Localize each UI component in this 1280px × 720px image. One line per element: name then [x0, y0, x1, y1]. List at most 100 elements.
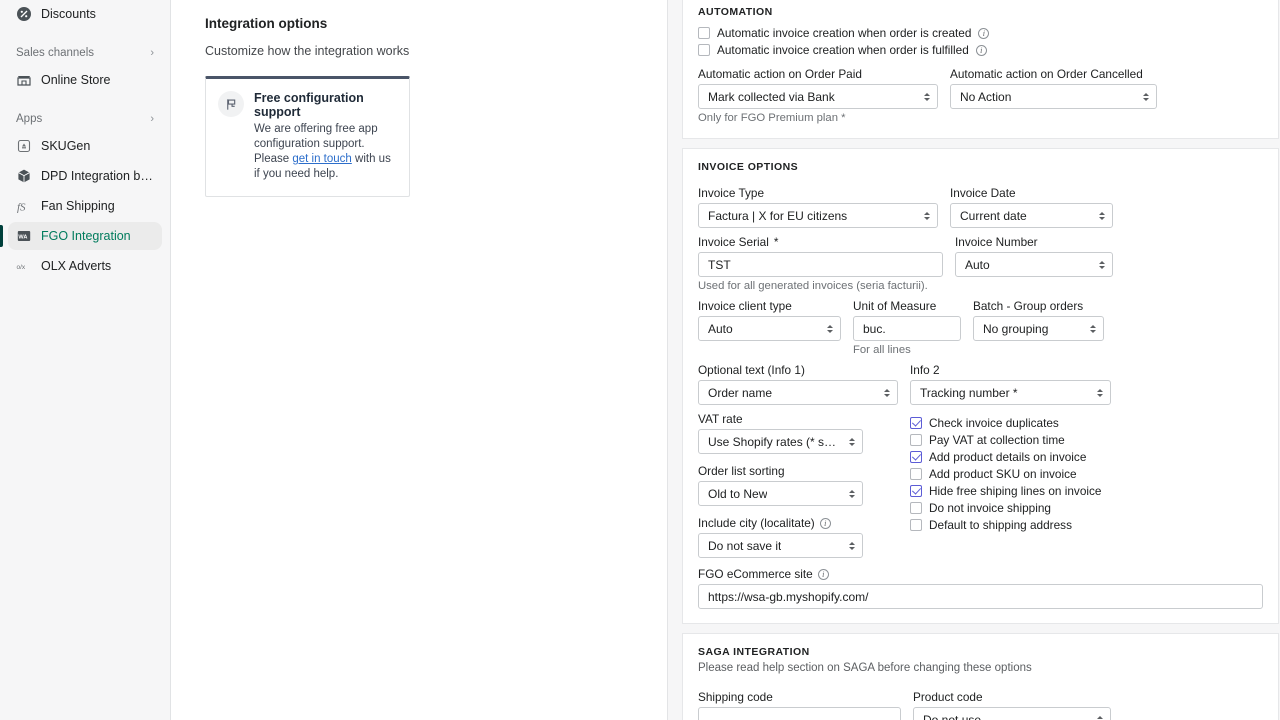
vat-rate-field: VAT rate Use Shopify rates (* see help) [698, 412, 898, 454]
sidebar-section-sales-channels[interactable]: Sales channels › [8, 42, 162, 64]
add-product-details-row[interactable]: Add product details on invoice [910, 450, 1111, 464]
fgo-icon: WA [16, 228, 32, 244]
default-shipping-address-label: Default to shipping address [929, 518, 1072, 532]
order-cancelled-value: No Action [960, 89, 1012, 104]
select-arrows-icon [1097, 715, 1103, 720]
auto-invoice-on-created-row[interactable]: Automatic invoice creation when order is… [698, 26, 1263, 40]
sidebar-item-dpd-integration[interactable]: DPD Integration by WSAs... [8, 162, 162, 190]
add-product-sku-checkbox[interactable] [910, 468, 922, 480]
invoice-type-select[interactable]: Factura | X for EU citizens [698, 203, 938, 228]
product-code-select[interactable]: Do not use [913, 707, 1111, 720]
sidebar-item-fgo-integration[interactable]: WA FGO Integration [0, 222, 162, 250]
invoice-options-card: INVOICE OPTIONS Invoice Type Factura | X… [682, 148, 1279, 624]
invoice-type-value: Factura | X for EU citizens [708, 208, 848, 223]
ecommerce-site-label: FGO eCommerce site i [698, 567, 1263, 581]
check-invoice-duplicates-label: Check invoice duplicates [929, 416, 1059, 430]
invoice-serial-label-text: Invoice Serial [698, 235, 769, 249]
auto-invoice-on-fulfilled-row[interactable]: Automatic invoice creation when order is… [698, 43, 1263, 57]
ecommerce-site-label-text: FGO eCommerce site [698, 567, 813, 581]
auto-invoice-on-created-checkbox[interactable] [698, 27, 710, 39]
hide-free-shipping-row[interactable]: Hide free shiping lines on invoice [910, 484, 1111, 498]
pay-vat-collection-row[interactable]: Pay VAT at collection time [910, 433, 1111, 447]
shipping-code-input[interactable] [698, 707, 901, 720]
optional-text-select[interactable]: Order name [698, 380, 898, 405]
automation-card: AUTOMATION Automatic invoice creation wh… [682, 0, 1279, 139]
client-type-select[interactable]: Auto [698, 316, 841, 341]
add-product-sku-row[interactable]: Add product SKU on invoice [910, 467, 1111, 481]
add-product-sku-label: Add product SKU on invoice [929, 467, 1077, 481]
olx-icon: o/x [16, 258, 32, 274]
default-shipping-address-checkbox[interactable] [910, 519, 922, 531]
pay-vat-collection-checkbox[interactable] [910, 434, 922, 446]
saga-integration-card: SAGA INTEGRATION Please read help sectio… [682, 633, 1279, 720]
include-city-select[interactable]: Do not save it [698, 533, 863, 558]
info-icon[interactable]: i [817, 568, 829, 580]
shipping-code-field: Shipping code Code to use for all shippi… [698, 690, 901, 720]
order-paid-select[interactable]: Mark collected via Bank [698, 84, 938, 109]
settings-panel: AUTOMATION Automatic invoice creation wh… [668, 0, 1280, 720]
order-cancelled-select[interactable]: No Action [950, 84, 1157, 109]
client-type-value: Auto [708, 321, 733, 336]
add-product-details-label: Add product details on invoice [929, 450, 1087, 464]
support-body-pre: Please [254, 153, 293, 165]
premium-plan-note: Only for FGO Premium plan * [698, 112, 846, 124]
invoice-date-value: Current date [960, 208, 1027, 223]
hide-free-shipping-label: Hide free shiping lines on invoice [929, 484, 1102, 498]
select-arrows-icon [924, 92, 930, 101]
info-icon[interactable]: i [975, 44, 987, 56]
vat-rate-select[interactable]: Use Shopify rates (* see help) [698, 429, 863, 454]
unit-of-measure-input[interactable] [853, 316, 961, 341]
unit-of-measure-field: Unit of Measure For all lines [853, 299, 961, 356]
support-card-body: We are offering free app configuration s… [254, 122, 397, 182]
product-code-value: Do not use [923, 712, 982, 720]
sidebar-item-label: FGO Integration [41, 229, 131, 243]
sidebar-item-skugen[interactable]: SKUGen [8, 132, 162, 160]
sidebar-item-online-store[interactable]: Online Store [8, 66, 162, 94]
check-invoice-duplicates-row[interactable]: Check invoice duplicates [910, 416, 1111, 430]
info-icon[interactable]: i [819, 517, 831, 529]
auto-invoice-on-fulfilled-checkbox[interactable] [698, 44, 710, 56]
do-not-invoice-shipping-row[interactable]: Do not invoice shipping [910, 501, 1111, 515]
automation-title: AUTOMATION [698, 6, 773, 18]
do-not-invoice-shipping-checkbox[interactable] [910, 502, 922, 514]
invoice-type-label: Invoice Type [698, 186, 765, 200]
get-in-touch-link[interactable]: get in touch [292, 153, 351, 165]
sidebar-item-label: SKUGen [41, 139, 91, 153]
skugen-icon [16, 138, 32, 154]
integration-options-panel: Integration options Customize how the in… [171, 0, 668, 720]
add-product-details-checkbox[interactable] [910, 451, 922, 463]
sidebar-item-label: Fan Shipping [41, 199, 115, 213]
info-2-select[interactable]: Tracking number * [910, 380, 1111, 405]
flag-icon [218, 91, 244, 117]
include-city-label-text: Include city (localitate) [698, 516, 815, 530]
sidebar-item-discounts[interactable]: Discounts [8, 0, 162, 28]
sidebar-item-olx-adverts[interactable]: o/x OLX Adverts [8, 252, 162, 280]
support-card-heading: Free configuration support [254, 91, 364, 119]
invoice-number-select[interactable]: Auto [955, 252, 1113, 277]
order-sorting-select[interactable]: Old to New [698, 481, 863, 506]
select-arrows-icon [849, 541, 855, 550]
section-title: Sales channels [16, 47, 94, 59]
page-subtitle: Customize how the integration works [205, 44, 410, 58]
product-code-field: Product code Do not use [913, 690, 1111, 720]
support-body-line1: We are offering free app configuration s… [254, 123, 378, 150]
invoice-serial-field: Invoice Serial * Used for all generated … [698, 235, 943, 292]
product-code-label: Product code [913, 690, 983, 704]
invoice-date-select[interactable]: Current date [950, 203, 1113, 228]
order-sorting-label: Order list sorting [698, 464, 785, 478]
batch-group-select[interactable]: No grouping [973, 316, 1104, 341]
pay-vat-collection-label: Pay VAT at collection time [929, 433, 1065, 447]
order-sorting-value: Old to New [708, 486, 768, 501]
sidebar-item-fan-shipping[interactable]: fS Fan Shipping [8, 192, 162, 220]
info-icon[interactable]: i [978, 27, 990, 39]
hide-free-shipping-checkbox[interactable] [910, 485, 922, 497]
check-invoice-duplicates-checkbox[interactable] [910, 417, 922, 429]
sidebar-section-apps[interactable]: Apps › [8, 108, 162, 130]
invoice-serial-input[interactable] [698, 252, 943, 277]
invoice-number-field: Invoice Number Auto [955, 235, 1113, 292]
select-arrows-icon [849, 437, 855, 446]
order-paid-field: Automatic action on Order Paid Mark coll… [698, 67, 938, 109]
default-shipping-address-row[interactable]: Default to shipping address [910, 518, 1111, 532]
client-type-label: Invoice client type [698, 299, 792, 313]
ecommerce-site-input[interactable] [698, 584, 1263, 609]
